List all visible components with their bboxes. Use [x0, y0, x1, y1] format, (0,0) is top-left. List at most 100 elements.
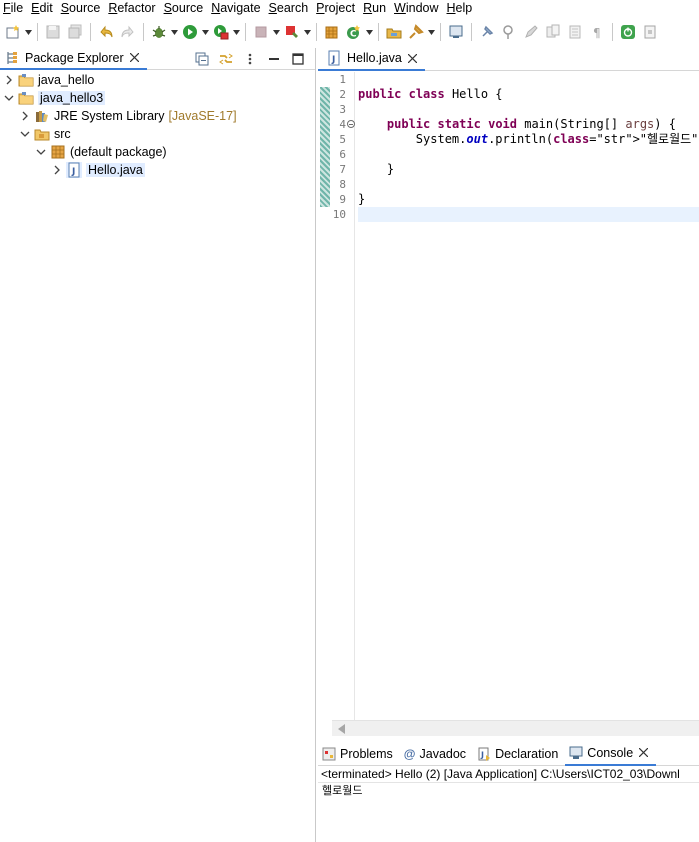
save-icon[interactable]: [42, 21, 64, 43]
collapse-all-icon[interactable]: [193, 50, 211, 68]
editor-area: J Hello.java 1 2 3 4 5 6 7 8 9 10 public…: [318, 48, 699, 738]
new-class-dropdown-icon[interactable]: [365, 21, 374, 43]
line-number-gutter: 1 2 3 4 5 6 7 8 9 10: [332, 72, 355, 732]
package-explorer-icon: [4, 50, 20, 66]
tab-label: Console: [587, 745, 634, 760]
horizontal-scrollbar[interactable]: [332, 720, 699, 736]
menu-navigate[interactable]: Navigate: [207, 0, 264, 16]
tab-label: Problems: [340, 746, 393, 761]
chevron-down-icon[interactable]: [36, 147, 46, 157]
tree-item-java-hello3[interactable]: java_hello3: [4, 89, 106, 107]
close-icon[interactable]: [129, 52, 141, 64]
tab-hello-java[interactable]: J Hello.java: [318, 48, 425, 71]
chevron-right-icon[interactable]: [4, 75, 14, 85]
menu-help[interactable]: Help: [443, 0, 477, 16]
external-tools-dropdown-icon[interactable]: [303, 21, 312, 43]
package-explorer-view: Package Explorer java_hello java_hello3 …: [0, 47, 316, 842]
declaration-icon: J: [478, 747, 491, 761]
stop-icon[interactable]: [250, 21, 272, 43]
compare-icon[interactable]: [542, 21, 564, 43]
tree-item-hello-java[interactable]: J Hello.java: [52, 161, 145, 179]
toolbar-separator: [378, 23, 379, 41]
menu-source[interactable]: Source: [57, 0, 105, 16]
console-output[interactable]: 헬로월드: [318, 783, 699, 799]
chevron-right-icon[interactable]: [52, 165, 62, 175]
line-number: 1: [339, 73, 346, 86]
debug-dropdown-icon[interactable]: [170, 21, 179, 43]
redo-icon[interactable]: [117, 21, 139, 43]
menu-project[interactable]: Project: [312, 0, 359, 16]
link-with-editor-icon[interactable]: [217, 50, 235, 68]
tab-label: Declaration: [495, 746, 559, 761]
menu-edit[interactable]: Edit: [27, 0, 57, 16]
run-dropdown-icon[interactable]: [201, 21, 210, 43]
toolbar-separator: [143, 23, 144, 41]
line-number: 6: [339, 148, 346, 161]
project-icon: [18, 72, 34, 88]
pin-icon[interactable]: [476, 21, 498, 43]
chevron-down-icon[interactable]: [4, 93, 14, 103]
close-icon[interactable]: [637, 747, 649, 759]
menu-run[interactable]: Run: [359, 0, 390, 16]
minimize-icon[interactable]: [265, 50, 283, 68]
tab-declaration[interactable]: J Declaration: [473, 742, 565, 766]
tree-item-label: (default package): [70, 145, 167, 159]
menu-refactor[interactable]: Refactor: [104, 0, 159, 16]
run-icon[interactable]: [179, 21, 201, 43]
toggle-mark-icon[interactable]: [498, 21, 520, 43]
menu-file[interactable]: File: [0, 0, 27, 16]
stop-dropdown-icon[interactable]: [272, 21, 281, 43]
menu-search[interactable]: Search: [265, 0, 313, 16]
project-icon: [18, 90, 34, 106]
tab-javadoc[interactable]: @ Javadoc: [400, 742, 473, 766]
problems-icon: [322, 747, 336, 760]
line-number: 5: [339, 133, 346, 146]
svg-text:C: C: [350, 30, 357, 40]
view-menu-icon[interactable]: [241, 50, 259, 68]
open-task-icon[interactable]: [383, 21, 405, 43]
shortcut-icon[interactable]: [639, 21, 661, 43]
search-dropdown-icon[interactable]: [427, 21, 436, 43]
chevron-down-icon[interactable]: [20, 129, 30, 139]
chevron-right-icon[interactable]: [20, 111, 30, 121]
coverage-icon[interactable]: [210, 21, 232, 43]
view-actions: [193, 50, 307, 68]
tab-problems[interactable]: Problems: [318, 742, 400, 766]
console-icon[interactable]: [445, 21, 467, 43]
tree-item-src[interactable]: src: [20, 125, 71, 143]
code-editor[interactable]: public class Hello { public static void …: [358, 72, 699, 732]
new-java-class-icon[interactable]: C: [343, 21, 365, 43]
source-folder-icon: [34, 126, 50, 142]
tree-item-java-hello[interactable]: java_hello: [4, 71, 94, 89]
package-explorer-tabbar: Package Explorer: [0, 47, 315, 70]
toolbar-separator: [316, 23, 317, 41]
undo-icon[interactable]: [95, 21, 117, 43]
maximize-icon[interactable]: [289, 50, 307, 68]
menu-source-2[interactable]: Source: [160, 0, 208, 16]
tab-console[interactable]: Console: [565, 742, 657, 766]
save-all-icon[interactable]: [64, 21, 86, 43]
tree-item-jre-library[interactable]: JRE System Library [JavaSE-17]: [20, 107, 237, 125]
new-icon[interactable]: [2, 21, 24, 43]
block-icon[interactable]: [564, 21, 586, 43]
menu-window[interactable]: Window: [390, 0, 442, 16]
tab-package-explorer[interactable]: Package Explorer: [0, 47, 147, 70]
open-type-icon[interactable]: [321, 21, 343, 43]
fold-collapse-icon[interactable]: [347, 120, 355, 128]
tree-item-label: java_hello3: [38, 91, 106, 105]
debug-icon[interactable]: [148, 21, 170, 43]
search-icon[interactable]: [405, 21, 427, 43]
new-dropdown-icon[interactable]: [24, 21, 33, 43]
scroll-left-icon[interactable]: [338, 724, 345, 734]
external-tools-icon[interactable]: [281, 21, 303, 43]
package-icon: [50, 144, 66, 160]
spring-boot-icon[interactable]: [617, 21, 639, 43]
close-icon[interactable]: [407, 52, 419, 64]
java-file-icon: J: [326, 50, 342, 66]
coverage-dropdown-icon[interactable]: [232, 21, 241, 43]
show-whitespace-icon[interactable]: ¶: [586, 21, 608, 43]
tree-item-default-package[interactable]: (default package): [36, 143, 167, 161]
edit-icon[interactable]: [520, 21, 542, 43]
